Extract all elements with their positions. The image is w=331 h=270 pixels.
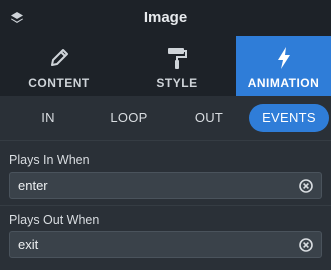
plays-in-input[interactable] — [10, 173, 288, 198]
tab-style[interactable]: STYLE — [118, 36, 236, 96]
divider — [0, 205, 331, 206]
tab-style-label: STYLE — [156, 76, 198, 90]
subtab-loop[interactable]: LOOP — [95, 104, 163, 132]
panel-header: Image — [0, 0, 331, 36]
tab-content-label: CONTENT — [28, 76, 90, 90]
subtab-in[interactable]: IN — [18, 104, 78, 132]
clear-icon[interactable] — [299, 238, 313, 252]
plays-in-label: Plays In When — [9, 153, 90, 167]
animation-subtabs: IN LOOP OUT EVENTS — [0, 96, 331, 140]
tab-content[interactable]: CONTENT — [0, 36, 118, 96]
lightning-icon — [277, 47, 290, 69]
animation-settings-panel: Image CONTENT STYLE ANIMATION IN LOOP OU… — [0, 0, 331, 270]
plays-out-field[interactable] — [9, 231, 322, 258]
divider — [0, 140, 331, 141]
clear-icon[interactable] — [299, 179, 313, 193]
main-tabs: CONTENT STYLE ANIMATION — [0, 36, 331, 96]
plays-in-field[interactable] — [9, 172, 322, 199]
tab-animation[interactable]: ANIMATION — [236, 36, 331, 96]
pencil-icon — [51, 49, 68, 66]
subtab-out[interactable]: OUT — [178, 104, 240, 132]
plays-out-input[interactable] — [10, 232, 288, 257]
plays-out-label: Plays Out When — [9, 213, 100, 227]
subtab-events[interactable]: EVENTS — [249, 104, 329, 132]
tab-animation-label: ANIMATION — [247, 76, 320, 90]
panel-title: Image — [143, 9, 188, 26]
paint-roller-icon — [168, 48, 187, 69]
